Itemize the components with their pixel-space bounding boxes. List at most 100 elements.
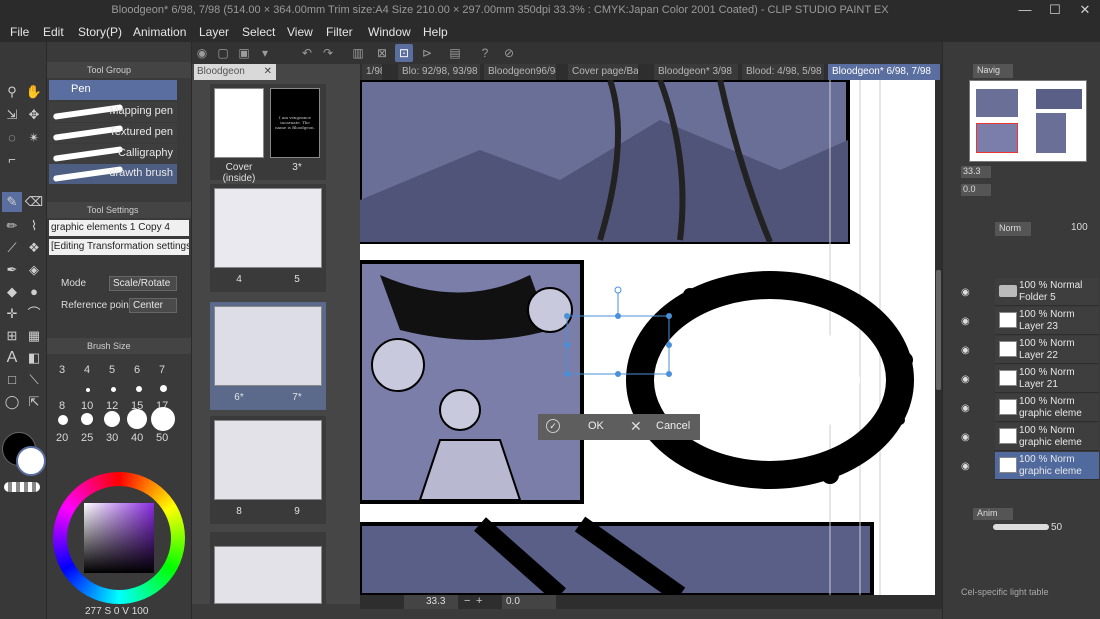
gradient-icon[interactable]: ✛ [2, 304, 22, 324]
save-dropdown-icon[interactable]: ▾ [256, 44, 274, 62]
light-table-slider[interactable] [993, 524, 1049, 530]
clip-icon[interactable]: ⊘ [500, 44, 518, 62]
saturation-square[interactable] [84, 503, 154, 573]
size-4[interactable]: 4 [84, 364, 90, 376]
trash-icon[interactable]: ▥ [349, 44, 367, 62]
airbrush-icon[interactable]: ⟋ [2, 238, 22, 258]
size-50[interactable]: 50 [156, 432, 168, 444]
rectangle-icon[interactable]: □ [2, 370, 22, 390]
menu-view[interactable]: View [287, 25, 313, 39]
eye-icon[interactable]: ◉ [961, 316, 970, 327]
line-icon[interactable]: ⟍ [24, 370, 44, 390]
blender-icon[interactable]: ◈ [24, 260, 44, 280]
transform-icon[interactable]: ⊡ [395, 44, 413, 62]
correct-line-icon[interactable]: ⇱ [24, 392, 44, 412]
tab-doc-1[interactable]: 1/98 [362, 64, 382, 80]
eraser-icon[interactable]: ⌫ [24, 192, 44, 212]
operation-icon[interactable]: ⇲ [2, 105, 22, 125]
light-table-value[interactable]: 50 [1051, 522, 1062, 533]
new-icon[interactable]: ◉ [193, 44, 211, 62]
page-thumb-6-7[interactable]: 6* 7* [210, 302, 326, 410]
pen-icon[interactable]: ✎ [2, 192, 22, 212]
layer-22[interactable]: 100 % Norm Layer 22 [995, 336, 1099, 364]
frame-border-icon[interactable]: ⊞ [2, 326, 22, 346]
eye-icon[interactable]: ◉ [961, 403, 970, 414]
tab-doc-6[interactable]: Blood: 4/98, 5/98 [742, 64, 824, 80]
tab-doc-active[interactable]: Bloodgeon* 6/98, 7/98 [828, 64, 940, 80]
menu-layer[interactable]: Layer [199, 25, 229, 39]
brush-calligraphy[interactable]: Calligraphy [49, 144, 177, 164]
blend-icon[interactable]: ✒ [2, 260, 22, 280]
menu-select[interactable]: Select [242, 25, 275, 39]
size-8[interactable]: 8 [59, 400, 65, 412]
undo-icon[interactable]: ↶ [298, 44, 316, 62]
page-thumb-10-11[interactable] [210, 532, 326, 604]
layer-graphic-selected[interactable]: 100 % Norm graphic eleme [995, 452, 1099, 480]
open-icon[interactable]: ▢ [214, 44, 232, 62]
tab-doc-2[interactable]: Blo: 92/98, 93/98 [398, 64, 480, 80]
clear-icon[interactable]: ⊠ [373, 44, 391, 62]
blend-mode-select[interactable]: Norm [995, 222, 1031, 236]
menu-file[interactable]: File [10, 25, 29, 39]
menu-story[interactable]: Story(P) [78, 25, 122, 39]
eye-icon[interactable]: ◉ [961, 287, 970, 298]
page-thumb-8-9[interactable]: 8 9 [210, 416, 326, 524]
layer-graphic-2[interactable]: 100 % Norm graphic eleme [995, 423, 1099, 451]
flip-icon[interactable]: ⊳ [418, 44, 436, 62]
canvas-scrollbar[interactable] [935, 80, 942, 595]
size-40[interactable]: 40 [131, 432, 143, 444]
close-icon[interactable]: ✕ [264, 64, 272, 80]
lasso-icon[interactable]: ◌ [2, 128, 22, 148]
tab-doc-4[interactable]: Cover page/Bac [568, 64, 638, 80]
layer-23[interactable]: 100 % Norm Layer 23 [995, 307, 1099, 335]
vector-icon[interactable]: ⌒ [24, 304, 44, 324]
eye-icon[interactable]: ◉ [961, 461, 970, 472]
tab-doc-3[interactable]: Bloodgeon96/98 [484, 64, 556, 80]
eye-icon[interactable]: ◉ [961, 345, 970, 356]
navigator-tab[interactable]: Navig [973, 64, 1013, 78]
layer-21[interactable]: 100 % Norm Layer 21 [995, 365, 1099, 393]
animation-tab[interactable]: Anim [973, 508, 1013, 520]
angle-field[interactable]: 0.0 [502, 595, 556, 609]
magnifier-icon[interactable]: ⚲ [2, 82, 22, 102]
zoom-in-icon[interactable]: + [476, 595, 482, 607]
layer-graphic-1[interactable]: 100 % Norm graphic eleme [995, 394, 1099, 422]
close-button[interactable]: ✕ [1070, 2, 1100, 20]
menu-edit[interactable]: Edit [43, 25, 64, 39]
menu-animation[interactable]: Animation [133, 25, 186, 39]
size-25[interactable]: 25 [81, 432, 93, 444]
page-thumb-cover[interactable]: I am vengeance incarnate. The name is Bl… [210, 84, 326, 184]
size-5[interactable]: 5 [109, 364, 115, 376]
help-icon[interactable]: ? [476, 44, 494, 62]
layer-opacity[interactable]: 100 [1071, 222, 1088, 233]
eye-icon[interactable]: ◉ [961, 432, 970, 443]
page-manager-tab[interactable]: Bloodgeon ✕ [194, 64, 276, 80]
layer-folder-5[interactable]: 100 % Normal Folder 5 [995, 278, 1099, 306]
eyedropper-icon[interactable]: ⌐ [2, 150, 22, 170]
pencil-icon[interactable]: ✏ [2, 216, 22, 236]
text-icon[interactable]: A [2, 348, 22, 368]
guide-icon[interactable]: ▤ [446, 44, 464, 62]
navigator-zoom[interactable]: 33.3 [961, 166, 991, 178]
mode-select[interactable]: Scale/Rotate [109, 276, 177, 291]
hand-icon[interactable]: ✋ [24, 82, 44, 102]
balloon-icon[interactable]: ◧ [24, 348, 44, 368]
fill-icon[interactable]: ◆ [2, 282, 22, 302]
size-30[interactable]: 30 [106, 432, 118, 444]
size-3[interactable]: 3 [59, 364, 65, 376]
decoration-icon[interactable]: ❖ [24, 238, 44, 258]
redo-icon[interactable]: ↷ [319, 44, 337, 62]
size-6[interactable]: 6 [134, 364, 140, 376]
zoom-out-icon[interactable]: − [464, 595, 470, 607]
eye-icon[interactable]: ◉ [961, 374, 970, 385]
cancel-button[interactable]: Cancel [624, 414, 698, 440]
reference-point-select[interactable]: Center [129, 298, 177, 313]
tab-doc-5[interactable]: Bloodgeon* 3/98 [654, 64, 738, 80]
zoom-field[interactable]: 33.3 [404, 595, 458, 609]
maximize-button[interactable]: ☐ [1040, 2, 1070, 20]
ok-button[interactable]: OK [542, 414, 612, 440]
brush-icon[interactable]: ⌇ [24, 216, 44, 236]
canvas[interactable]: ✓ OK ✕ Cancel [360, 80, 935, 595]
size-20[interactable]: 20 [56, 432, 68, 444]
menu-window[interactable]: Window [368, 25, 411, 39]
